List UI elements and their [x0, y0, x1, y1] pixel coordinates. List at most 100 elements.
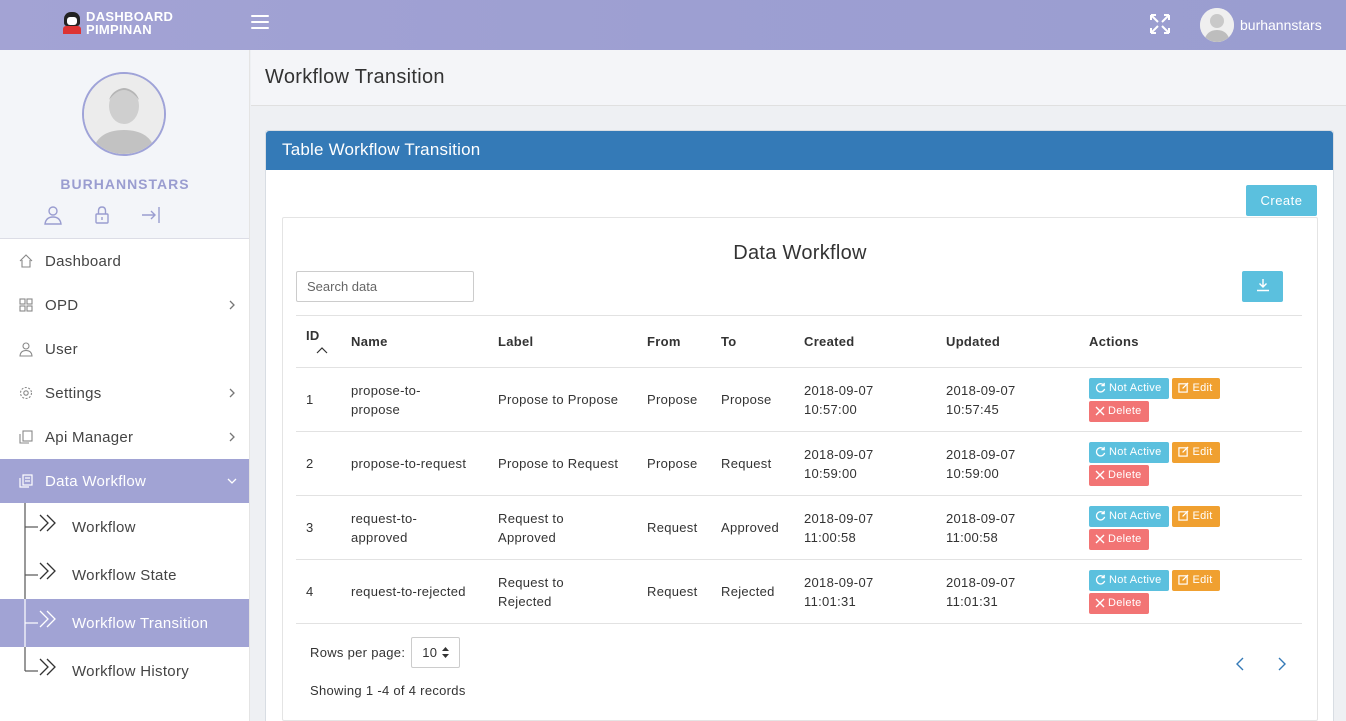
table-row: 3 request-to-approved Request to Approve… — [296, 495, 1302, 560]
column-header-created[interactable]: Created — [794, 315, 936, 368]
column-header-to[interactable]: To — [711, 315, 794, 368]
sidebar-item-opd[interactable]: OPD — [0, 283, 249, 327]
toggle-status-button[interactable]: Not Active — [1089, 377, 1169, 399]
column-header-label[interactable]: Label — [488, 315, 637, 368]
sidebar-subitem-label: Workflow Transition — [72, 614, 209, 632]
cell-label: Request to Rejected — [488, 559, 637, 624]
grid-icon — [19, 298, 33, 312]
double-chevron-icon — [39, 610, 56, 628]
cell-created: 2018-09-07 10:59:00 — [794, 431, 936, 496]
sidebar-item-data-workflow[interactable]: Data Workflow — [0, 459, 249, 503]
download-button[interactable] — [1242, 271, 1283, 302]
next-page-button[interactable] — [1275, 656, 1289, 672]
top-navbar: DASHBOARD PIMPINAN burhannstars — [0, 0, 1346, 50]
sort-icon — [442, 647, 450, 658]
rows-per-page-label: Rows per page: — [310, 645, 406, 660]
toggle-status-button[interactable]: Not Active — [1089, 569, 1169, 591]
cell-from: Request — [637, 559, 711, 624]
cell-updated: 2018-09-07 11:00:58 — [936, 495, 1079, 560]
cell-to: Approved — [711, 495, 794, 560]
cell-id: 2 — [296, 431, 341, 496]
sidebar-menu: Dashboard OPD User Settings Api Manager … — [0, 239, 249, 695]
edit-button[interactable]: Edit — [1172, 377, 1220, 399]
rows-per-page-value: 10 — [422, 645, 438, 660]
card-header: Table Workflow Transition — [266, 131, 1333, 170]
column-header-id[interactable]: ID — [296, 315, 341, 368]
cell-created: 2018-09-07 10:57:00 — [794, 367, 936, 432]
sidebar-subitem-workflow-state[interactable]: Workflow State — [0, 551, 249, 599]
toggle-status-button[interactable]: Not Active — [1089, 505, 1169, 527]
rows-per-page: Rows per page: 10 — [310, 637, 461, 668]
user-name: burhannstars — [1240, 17, 1322, 33]
prev-page-button[interactable] — [1233, 656, 1247, 672]
sidebar-item-label: OPD — [45, 296, 79, 314]
logout-icon[interactable] — [141, 205, 161, 225]
sidebar-subitem-label: Workflow — [72, 518, 136, 536]
cell-label: Propose to Request — [488, 431, 637, 496]
cell-label: Request to Approved — [488, 495, 637, 560]
sidebar: BURHANNSTARS Dashboard OPD User Settings… — [0, 50, 250, 721]
edit-button[interactable]: Edit — [1172, 569, 1220, 591]
brand-logo[interactable]: DASHBOARD PIMPINAN — [62, 10, 173, 36]
gear-icon — [19, 386, 33, 400]
cell-updated: 2018-09-07 10:59:00 — [936, 431, 1079, 496]
sidebar-subitem-workflow[interactable]: Workflow — [0, 503, 249, 551]
file-icon — [19, 430, 33, 444]
close-icon — [1095, 470, 1105, 479]
user-menu[interactable]: burhannstars — [1200, 8, 1322, 42]
cell-id: 4 — [296, 559, 341, 624]
close-icon — [1095, 406, 1105, 415]
refresh-icon — [1095, 446, 1106, 457]
delete-button[interactable]: Delete — [1089, 528, 1149, 550]
double-chevron-icon — [39, 514, 56, 532]
sidebar-item-dashboard[interactable]: Dashboard — [0, 239, 249, 283]
sidebar-item-label: Api Manager — [45, 428, 134, 446]
sidebar-subitem-workflow-transition[interactable]: Workflow Transition — [0, 599, 249, 647]
data-table-panel: Data Workflow ID Name Label From To Crea… — [282, 217, 1318, 721]
rows-per-page-select[interactable]: 10 — [411, 637, 461, 668]
expand-icon[interactable] — [1149, 13, 1171, 35]
cell-id: 1 — [296, 367, 341, 432]
delete-button[interactable]: Delete — [1089, 400, 1149, 422]
cell-updated: 2018-09-07 11:01:31 — [936, 559, 1079, 624]
cell-name: request-to-approved — [341, 495, 488, 560]
table-title: Data Workflow — [733, 242, 867, 264]
search-input[interactable] — [296, 271, 474, 302]
cell-from: Propose — [637, 367, 711, 432]
workflow-transition-card: Table Workflow Transition Create Data Wo… — [265, 130, 1334, 721]
column-header-updated[interactable]: Updated — [936, 315, 1079, 368]
sidebar-item-user[interactable]: User — [0, 327, 249, 371]
chevron-right-icon — [229, 300, 235, 310]
cell-name: request-to-rejected — [341, 559, 488, 624]
user-icon[interactable] — [43, 205, 63, 225]
lock-icon[interactable] — [92, 205, 112, 225]
sidebar-subitem-label: Workflow History — [72, 662, 190, 680]
edit-icon — [1178, 381, 1189, 393]
edit-icon — [1178, 445, 1189, 457]
sidebar-item-settings[interactable]: Settings — [0, 371, 249, 415]
toggle-status-button[interactable]: Not Active — [1089, 441, 1169, 463]
sort-caret-icon[interactable] — [316, 346, 328, 354]
sidebar-item-api-manager[interactable]: Api Manager — [0, 415, 249, 459]
column-header-name[interactable]: Name — [341, 315, 488, 368]
cell-actions: Not Active Edit Delete — [1079, 559, 1302, 624]
edit-button[interactable]: Edit — [1172, 441, 1220, 463]
refresh-icon — [1095, 574, 1106, 585]
sidebar-item-label: Settings — [45, 384, 102, 402]
edit-button[interactable]: Edit — [1172, 505, 1220, 527]
create-button[interactable]: Create — [1246, 185, 1317, 216]
cell-updated: 2018-09-07 10:57:45 — [936, 367, 1079, 432]
chevron-left-icon — [1236, 657, 1244, 671]
sidebar-subitem-workflow-history[interactable]: Workflow History — [0, 647, 249, 695]
cell-created: 2018-09-07 11:00:58 — [794, 495, 936, 560]
cell-name: propose-to-request — [341, 431, 488, 496]
sidebar-item-label: Data Workflow — [45, 472, 147, 490]
workflow-transition-table: ID Name Label From To Created Updated Ac… — [296, 315, 1302, 624]
hamburger-icon[interactable] — [251, 15, 269, 31]
delete-button[interactable]: Delete — [1089, 592, 1149, 614]
column-header-from[interactable]: From — [637, 315, 711, 368]
delete-button[interactable]: Delete — [1089, 464, 1149, 486]
sidebar-item-label: User — [45, 340, 78, 358]
column-header-actions: Actions — [1079, 315, 1302, 368]
table-header-row: ID Name Label From To Created Updated Ac… — [296, 315, 1302, 368]
